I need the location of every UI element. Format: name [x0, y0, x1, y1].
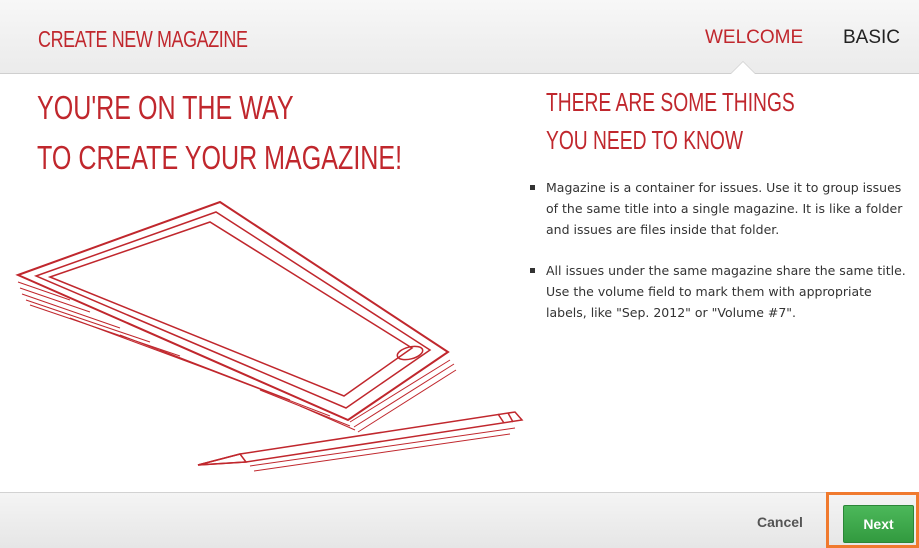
subhead-line-1: THERE ARE SOME THINGS — [546, 87, 795, 117]
tablet-pencil-illustration — [15, 200, 524, 472]
info-subheading: THERE ARE SOME THINGS YOU NEED TO KNOW — [546, 83, 795, 159]
headline-line-2: TO CREATE YOUR MAGAZINE! — [37, 139, 403, 176]
tab-basic[interactable]: BASIC — [843, 27, 900, 49]
pencil-drawing — [197, 411, 524, 472]
info-list-item: All issues under the same magazine share… — [528, 260, 908, 323]
headline-line-1: YOU'RE ON THE WAY — [37, 89, 294, 126]
subhead-line-2: YOU NEED TO KNOW — [546, 125, 744, 155]
tablet-drawing — [15, 200, 450, 422]
info-list: Magazine is a container for issues. Use … — [528, 177, 908, 343]
active-tab-indicator — [731, 62, 755, 74]
cancel-button[interactable]: Cancel — [740, 508, 820, 536]
next-button[interactable]: Next — [843, 505, 914, 543]
info-list-item: Magazine is a container for issues. Use … — [528, 177, 908, 240]
welcome-headline: YOU'RE ON THE WAY TO CREATE YOUR MAGAZIN… — [37, 83, 402, 183]
dialog-header: CREATE NEW MAGAZINE WELCOME BASIC — [0, 0, 919, 74]
dialog-title: CREATE NEW MAGAZINE — [38, 26, 248, 52]
tab-welcome[interactable]: WELCOME — [705, 27, 803, 49]
